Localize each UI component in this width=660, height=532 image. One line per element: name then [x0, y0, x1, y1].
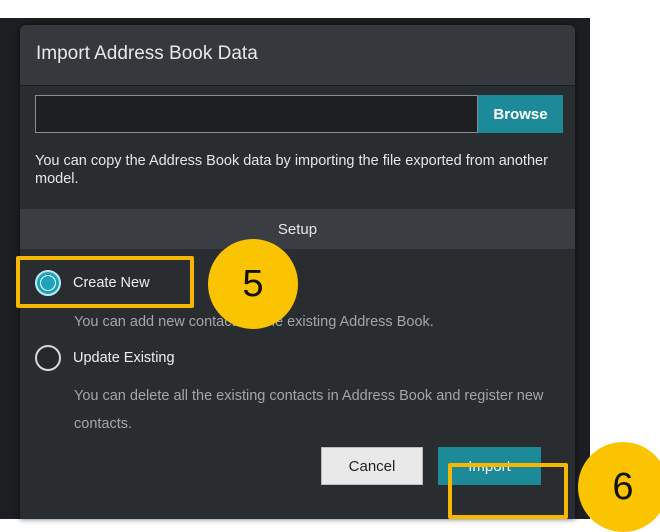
- step-5-badge: 5: [208, 239, 298, 329]
- setup-section-header: Setup: [20, 209, 575, 249]
- update-existing-option[interactable]: Update Existing: [35, 345, 175, 371]
- update-existing-description: You can delete all the existing contacts…: [74, 388, 544, 432]
- file-path-input[interactable]: [35, 95, 478, 133]
- create-new-highlight-box: [16, 256, 194, 308]
- import-description: You can copy the Address Book data by im…: [35, 153, 548, 187]
- dialog-header: Import Address Book Data: [20, 25, 575, 86]
- dialog-title: Import Address Book Data: [36, 43, 258, 64]
- cancel-button[interactable]: Cancel: [321, 447, 423, 485]
- browse-button[interactable]: Browse: [478, 95, 563, 133]
- update-existing-radio[interactable]: [35, 345, 61, 371]
- import-highlight-box: [448, 463, 568, 519]
- create-new-description: You can add new contacts to the existing…: [74, 314, 434, 330]
- update-existing-label: Update Existing: [73, 350, 175, 366]
